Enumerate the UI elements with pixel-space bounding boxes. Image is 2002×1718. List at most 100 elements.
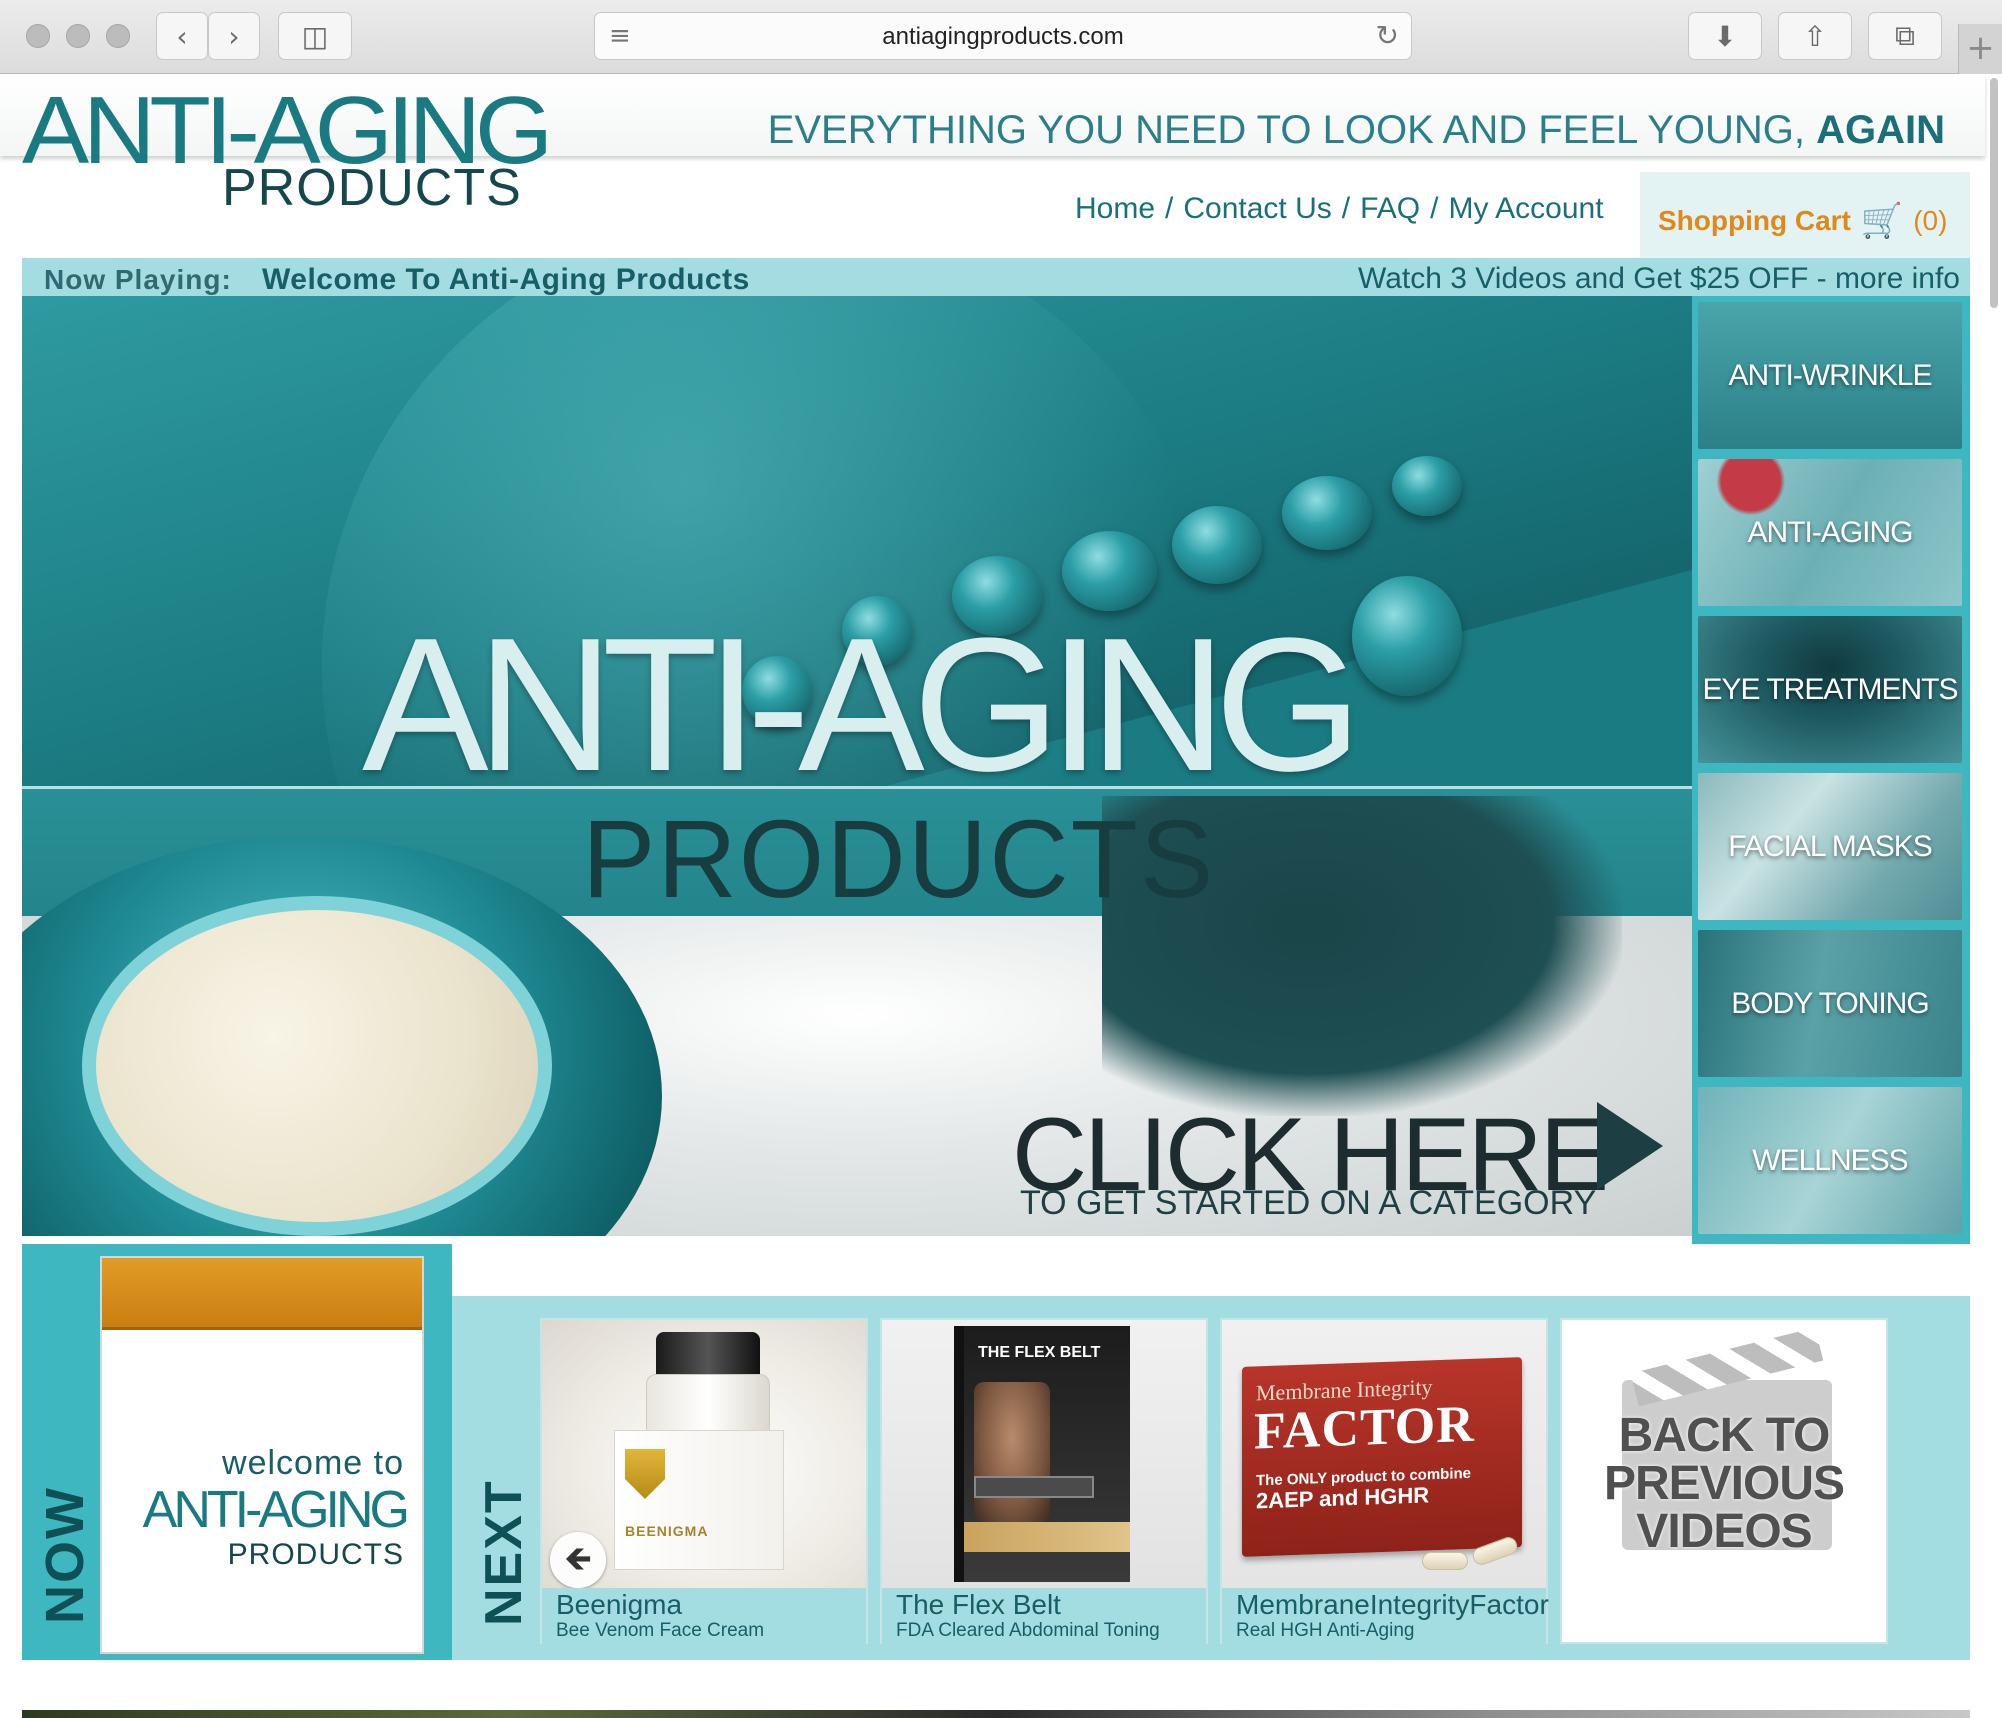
video-title: Beenigma: [556, 1589, 683, 1620]
cart-label: Shopping Cart: [1658, 205, 1851, 236]
video-description: Bee Venom Face Cream: [556, 1620, 765, 1641]
nav-account-link[interactable]: My Account: [1448, 192, 1603, 226]
video-caption: The Flex Belt FDA Cleared Abdominal Toni…: [882, 1588, 1206, 1644]
reload-icon[interactable]: ↻: [1376, 19, 1399, 52]
jar-body-image: [646, 1374, 770, 1438]
cart-icon: 🛒: [1860, 201, 1904, 241]
video-caption: Beenigma Bee Venom Face Cream: [542, 1588, 866, 1644]
url-text: antiagingproducts.com: [882, 23, 1124, 50]
address-bar[interactable]: ≡ antiagingproducts.com ↻: [594, 12, 1412, 60]
category-facial-masks[interactable]: FACIAL MASKS: [1698, 773, 1962, 920]
video-caption: MembraneIntegrityFactor Real HGH Anti-Ag…: [1222, 1588, 1549, 1644]
close-window-button[interactable]: [26, 24, 50, 48]
now-playing-card[interactable]: welcome to ANTI-AGING PRODUCTS: [100, 1256, 424, 1654]
now-card-header: [102, 1258, 422, 1330]
back-tile-image: BACK TO PREVIOUS VIDEOS: [1562, 1320, 1886, 1642]
droplet-image: [1352, 576, 1462, 696]
category-menu: ANTI-WRINKLE ANTI-AGING EYE TREATMENTS F…: [1692, 296, 1970, 1244]
box-brand-label: BEENIGMA: [625, 1523, 709, 1539]
nav-home-link[interactable]: Home: [1075, 192, 1155, 226]
box-line4: 2AEP and HGHR: [1256, 1482, 1430, 1514]
nav-separator: /: [1165, 192, 1174, 225]
hero-title: ANTI-AGING: [362, 599, 1362, 811]
torso-image: [974, 1382, 1050, 1522]
cream-image: [82, 896, 552, 1236]
tagline-emphasis: AGAIN: [1816, 108, 1945, 152]
belt-image: [974, 1476, 1094, 1498]
category-eye-treatments[interactable]: EYE TREATMENTS: [1698, 616, 1962, 763]
category-label: FACIAL MASKS: [1728, 829, 1933, 863]
now-panel: NOW welcome to ANTI-AGING PRODUCTS: [22, 1244, 452, 1660]
play-arrow-icon[interactable]: [1597, 1102, 1663, 1190]
video-description: FDA Cleared Abdominal Toning: [896, 1620, 1160, 1641]
back-icon[interactable]: ‹: [156, 12, 208, 60]
flex-belt-product-image: THE FLEX BELT: [882, 1320, 1206, 1588]
site-logo-sub[interactable]: PRODUCTS: [222, 158, 522, 218]
product-box-image: BEENIGMA: [614, 1430, 784, 1570]
category-body-toning[interactable]: BODY TONING: [1698, 930, 1962, 1077]
next-label: NEXT: [475, 1479, 533, 1626]
now-playing-bar: Now Playing: Welcome To Anti-Aging Produ…: [22, 258, 1970, 296]
back-line1: BACK TO: [1618, 1409, 1831, 1462]
top-navigation: Home / Contact Us / FAQ / My Account: [1075, 192, 1604, 226]
product-box-image: THE FLEX BELT: [954, 1326, 1130, 1582]
tagline-main: EVERYTHING YOU NEED TO LOOK AND FEEL YOU…: [767, 108, 1805, 152]
category-anti-wrinkle[interactable]: ANTI-WRINKLE: [1698, 302, 1962, 449]
video-title: The Flex Belt: [896, 1589, 1061, 1620]
hero-subtitle: PRODUCTS: [582, 798, 1216, 921]
now-label: NOW: [35, 1486, 95, 1624]
sidebar-icon[interactable]: ◫: [278, 12, 352, 60]
now-card-logo-sub: PRODUCTS: [227, 1538, 404, 1571]
back-line2: PREVIOUS: [1603, 1457, 1845, 1510]
category-label: EYE TREATMENTS: [1702, 672, 1959, 706]
beenigma-product-image: BEENIGMA 🡸: [542, 1320, 866, 1588]
minimize-window-button[interactable]: [66, 24, 90, 48]
video-promo-link[interactable]: Watch 3 Videos and Get $25 OFF - more in…: [1358, 262, 1960, 296]
category-label: BODY TONING: [1731, 986, 1929, 1020]
arrow-left-icon[interactable]: 🡸: [550, 1532, 606, 1588]
video-thumb-beenigma[interactable]: BEENIGMA 🡸 Beenigma Bee Venom Face Cream: [540, 1318, 868, 1644]
shopping-cart-button[interactable]: Shopping Cart 🛒 (0): [1640, 172, 1970, 270]
back-to-previous-videos-button[interactable]: BACK TO PREVIOUS VIDEOS: [1560, 1318, 1888, 1644]
browser-toolbar: ‹ › ◫ ≡ antiagingproducts.com ↻ ⬇ ⇧ ⧉ +: [0, 0, 2002, 74]
video-thumb-mif[interactable]: Membrane Integrity FACTOR The ONLY produ…: [1220, 1318, 1549, 1644]
tagline: EVERYTHING YOU NEED TO LOOK AND FEEL YOU…: [768, 108, 1945, 153]
nav-contact-link[interactable]: Contact Us: [1183, 192, 1331, 226]
video-title: MembraneIntegrityFactor: [1236, 1589, 1549, 1620]
nav-separator: /: [1341, 192, 1351, 225]
mif-product-image: Membrane Integrity FACTOR The ONLY produ…: [1222, 1320, 1546, 1588]
nav-faq-link[interactable]: FAQ: [1360, 192, 1420, 226]
footer-image-strip: [22, 1710, 1970, 1718]
new-tab-icon[interactable]: +: [1958, 24, 2002, 74]
category-wellness[interactable]: WELLNESS: [1698, 1087, 1962, 1234]
video-description: Real HGH Anti-Aging: [1236, 1620, 1415, 1641]
tabs-icon[interactable]: ⧉: [1868, 12, 1942, 60]
forward-icon[interactable]: ›: [208, 12, 260, 60]
droplet-image: [1172, 506, 1262, 584]
scrollbar-thumb[interactable]: [1990, 78, 1998, 308]
shield-icon: [625, 1449, 665, 1499]
category-label: ANTI-AGING: [1747, 515, 1913, 549]
zoom-window-button[interactable]: [106, 24, 130, 48]
droplet-image: [1392, 456, 1462, 516]
now-card-logo: ANTI-AGING: [142, 1481, 410, 1539]
back-tile-text: BACK TO PREVIOUS VIDEOS: [1562, 1412, 1886, 1556]
hero-banner[interactable]: ANTI-AGING PRODUCTS CLICK HERE TO GET ST…: [22, 296, 1692, 1236]
cart-count: (0): [1913, 205, 1948, 236]
video-thumb-flex-belt[interactable]: THE FLEX BELT The Flex Belt FDA Cleared …: [880, 1318, 1208, 1644]
share-icon[interactable]: ⇧: [1778, 12, 1852, 60]
category-label: WELLNESS: [1752, 1143, 1908, 1177]
download-icon[interactable]: ⬇: [1688, 12, 1762, 60]
box-stripe: [964, 1522, 1130, 1552]
nav-separator: /: [1430, 192, 1439, 225]
category-label: ANTI-WRINKLE: [1728, 358, 1932, 392]
hero-cta-subtext: TO GET STARTED ON A CATEGORY: [1020, 1184, 1597, 1222]
box-brand-label: THE FLEX BELT: [978, 1344, 1101, 1361]
video-playlist: NOW welcome to ANTI-AGING PRODUCTS NEXT …: [22, 1244, 1970, 1660]
box-line2: FACTOR: [1254, 1395, 1475, 1461]
capsule-image: [1422, 1552, 1468, 1570]
category-anti-aging[interactable]: ANTI-AGING: [1698, 459, 1962, 606]
web-page: EVERYTHING YOU NEED TO LOOK AND FEEL YOU…: [0, 74, 2002, 1718]
now-card-welcome: welcome to: [222, 1444, 404, 1482]
product-box-image: Membrane Integrity FACTOR The ONLY produ…: [1242, 1357, 1522, 1557]
